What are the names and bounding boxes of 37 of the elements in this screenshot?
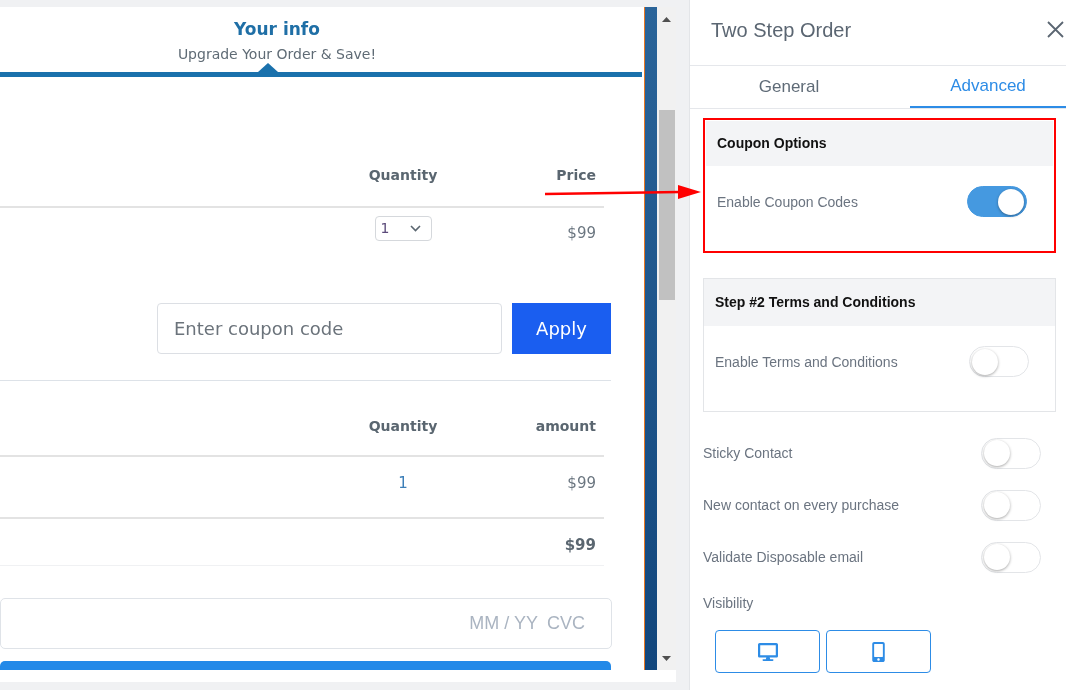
table-cell: $99 [567, 473, 596, 493]
step-subtitle: Upgrade Your Order & Save! [176, 45, 378, 63]
column-header: amount [535, 417, 596, 435]
expiry-placeholder: MM / YY [469, 612, 538, 635]
chevron-down-icon [409, 225, 421, 232]
tab[interactable]: General [690, 66, 888, 108]
setting-label: Enable Terms and Conditions [715, 353, 898, 372]
setting-label: Sticky Contact [703, 443, 793, 463]
total-amount: $99 [564, 535, 596, 555]
close-icon[interactable] [1047, 21, 1064, 38]
scroll-up-icon[interactable] [662, 17, 671, 22]
quantity-select[interactable]: 1 [374, 216, 432, 241]
column-header: Quantity [368, 417, 438, 435]
visibility-label: Visibility [703, 594, 754, 613]
section-title: Step #2 Terms and Conditions [715, 293, 916, 312]
desktop-icon [757, 642, 778, 661]
tab[interactable]: Advanced [910, 66, 1066, 108]
table-cell: $99 [567, 223, 596, 243]
panel-title: Two Step Order [711, 18, 852, 42]
phone-icon [872, 641, 885, 662]
setting-label: Validate Disposable email [703, 547, 864, 567]
section-title: Coupon Options [717, 134, 827, 153]
coupon-input[interactable]: Enter coupon code [157, 303, 502, 354]
setting-label: Enable Coupon Codes [717, 193, 858, 212]
column-header: Quantity [368, 166, 438, 184]
device-button[interactable] [715, 630, 820, 673]
setting-label: New contact on every purchase [703, 495, 900, 515]
toggle-switch[interactable] [967, 186, 1027, 217]
scroll-down-icon[interactable] [662, 656, 671, 661]
apply-button[interactable]: Apply [512, 303, 611, 354]
step-title: Your info [233, 18, 321, 40]
cvc-placeholder: CVC [547, 612, 585, 635]
column-header: Price [556, 166, 596, 184]
device-button[interactable] [826, 630, 931, 673]
scrollbar-thumb[interactable] [658, 110, 675, 300]
button-edge[interactable] [0, 661, 611, 670]
table-cell: 1 [398, 473, 408, 493]
